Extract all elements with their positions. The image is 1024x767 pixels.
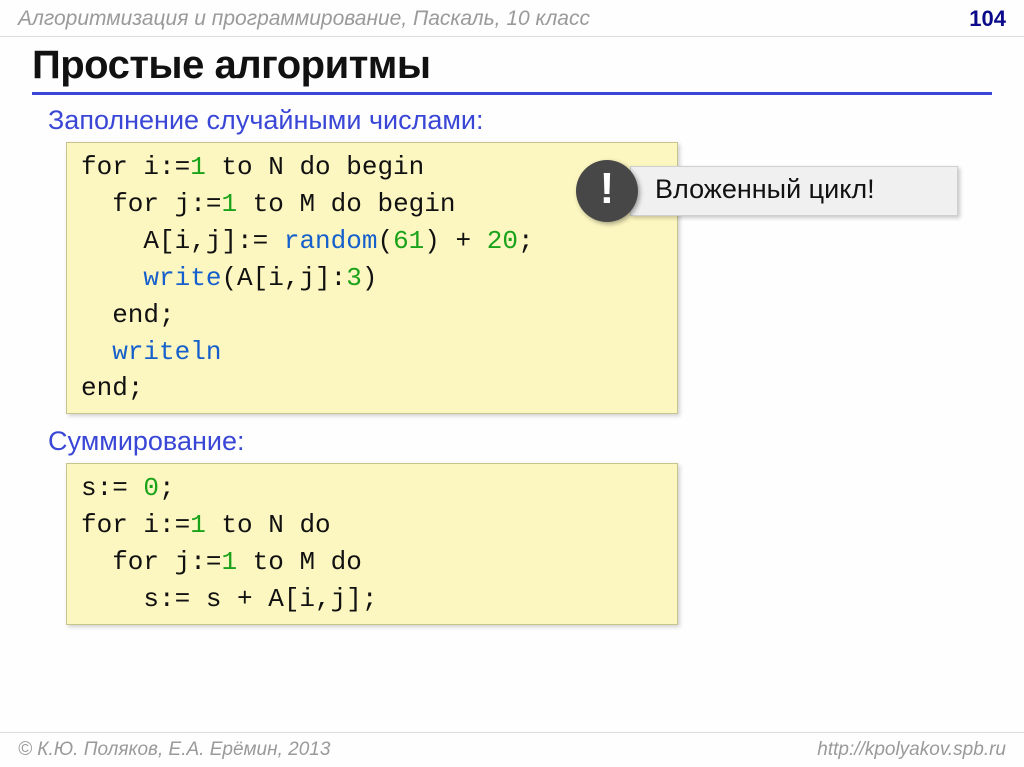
header-bar: Алгоритмизация и программирование, Паска… <box>0 0 1024 37</box>
page-title: Простые алгоритмы <box>32 43 992 88</box>
code-l4a <box>81 263 143 293</box>
code-l3b: random <box>284 226 378 256</box>
code-l3e: ) + <box>424 226 486 256</box>
code-l4b: write <box>143 263 221 293</box>
code-l4c: (A[i,j]: <box>221 263 346 293</box>
breadcrumb: Алгоритмизация и программирование, Паска… <box>18 7 590 31</box>
code-l4d: 3 <box>346 263 362 293</box>
code-l1c: to N do begin <box>206 152 424 182</box>
code-l5: end; <box>81 300 175 330</box>
code-l1a: for i:= <box>81 152 190 182</box>
code-l4e: ) <box>362 263 378 293</box>
sum-l1c: ; <box>159 473 175 503</box>
page-number: 104 <box>969 6 1006 32</box>
sum-l2b: 1 <box>190 510 206 540</box>
sum-l2a: for i:= <box>81 510 190 540</box>
code-l1b: 1 <box>190 152 206 182</box>
section-heading-sum: Суммирование: <box>48 426 1024 457</box>
section-heading-random: Заполнение случайными числами: <box>48 105 1024 136</box>
copyright: © К.Ю. Поляков, Е.А. Ерёмин, 2013 <box>18 739 330 761</box>
code-l7: end; <box>81 373 143 403</box>
title-block: Простые алгоритмы <box>0 37 1024 88</box>
exclaim-icon: ! <box>576 160 638 222</box>
sum-l4: s:= s + A[i,j]; <box>81 584 377 614</box>
sum-l1b: 0 <box>143 473 159 503</box>
sum-l1a: s:= <box>81 473 143 503</box>
sum-l2c: to N do <box>206 510 331 540</box>
code-l3d: 61 <box>393 226 424 256</box>
code-l2a: for j:= <box>81 189 221 219</box>
footer-bar: © К.Ю. Поляков, Е.А. Ерёмин, 2013 http:/… <box>0 732 1024 767</box>
code-block-sum: s:= 0; for i:=1 to N do for j:=1 to M do… <box>66 463 678 625</box>
callout-nested-loop: Вложенный цикл! <box>630 166 958 216</box>
sum-l3b: 1 <box>221 547 237 577</box>
code-l3g: ; <box>518 226 534 256</box>
code-l6a <box>81 337 112 367</box>
code-l3f: 20 <box>487 226 518 256</box>
code-l2b: 1 <box>221 189 237 219</box>
sum-l3c: to M do <box>237 547 362 577</box>
title-underline <box>32 92 992 95</box>
code-l6b: writeln <box>112 337 221 367</box>
sum-l3a: for j:= <box>81 547 221 577</box>
footer-url: http://kpolyakov.spb.ru <box>817 739 1006 761</box>
code-l3c: ( <box>377 226 393 256</box>
code-l3a: A[i,j]:= <box>81 226 284 256</box>
code-l2c: to M do begin <box>237 189 455 219</box>
